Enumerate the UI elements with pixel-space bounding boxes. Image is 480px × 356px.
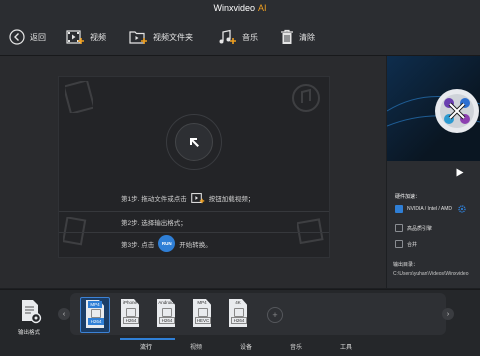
format-top-label: Android	[158, 300, 174, 305]
format-codec-label: HEVC	[195, 317, 211, 324]
add-video-small-icon	[190, 193, 204, 204]
player-bar	[387, 161, 480, 183]
format-top-label: MP4	[197, 300, 207, 305]
import-button[interactable]	[175, 123, 213, 161]
app-title: Winxvideo AI	[0, 3, 480, 13]
divider	[59, 211, 329, 212]
bottom-panel: 输出格式 ‹ › MP4 H264 iPhone H264 Android H2…	[0, 289, 480, 356]
film-decoration-icon	[65, 81, 93, 113]
add-music-label: 音乐	[242, 32, 258, 42]
step-2: 第2步. 选择输出格式；	[121, 217, 187, 227]
high-quality-checkbox[interactable]	[395, 224, 403, 232]
tab-device[interactable]: 设备	[240, 342, 252, 351]
active-tab-indicator	[120, 338, 175, 340]
merge-checkbox[interactable]	[395, 240, 403, 248]
format-top-label: 4K	[235, 300, 241, 305]
toolbar: 返回 视频 视频文件夹 音乐 清除	[0, 18, 480, 56]
tab-music[interactable]: 音乐	[290, 342, 302, 351]
gear-icon[interactable]	[458, 205, 466, 213]
format-top-label: iPhone	[122, 300, 137, 305]
format-emblem-icon	[91, 309, 101, 318]
hw-accel-value: NVIDIA / Intel / AMD	[407, 206, 453, 212]
import-ring[interactable]	[166, 114, 222, 170]
step-1: 第1步. 拖动文件或点击 按钮加载视频；	[121, 192, 254, 204]
add-folder-label: 视频文件夹	[153, 32, 193, 42]
format-item-mp4-h264[interactable]: MP4 H264	[80, 297, 110, 333]
format-emblem-icon	[126, 308, 136, 317]
step-3-text-a: 第3步. 点击	[121, 241, 155, 249]
clear-label: 清除	[299, 32, 315, 42]
add-format-icon[interactable]: +	[267, 307, 283, 323]
hw-accel-option[interactable]: NVIDIA / Intel / AMD	[395, 205, 466, 213]
format-strip: ‹ › MP4 H264 iPhone H264 Android H264 MP…	[58, 293, 454, 335]
add-folder-button[interactable]: 视频文件夹	[129, 26, 193, 48]
back-button[interactable]: 返回	[9, 26, 46, 48]
hw-accel-label: 硬件加速：	[395, 194, 421, 200]
output-dir-label: 输出目录：	[393, 262, 419, 268]
back-icon	[9, 29, 25, 45]
format-codec-label: H264	[123, 317, 139, 324]
right-panel: 硬件加速： NVIDIA / Intel / AMD 高品质引擎 合并 输出目录…	[387, 56, 480, 288]
step-3-text-b: 开始转换。	[179, 241, 212, 249]
trash-icon	[281, 29, 293, 44]
format-item-mp4-hevc[interactable]: MP4 HEVC	[188, 297, 216, 331]
step-3: 第3步. 点击 RUN 开始转换。	[121, 235, 212, 252]
format-top-label: MP4	[88, 301, 102, 308]
chevron-left-icon[interactable]: ‹	[58, 308, 70, 320]
step-2-text: 第2步. 选择输出格式；	[121, 220, 187, 227]
add-video-button[interactable]: 视频	[66, 26, 106, 48]
format-item-android[interactable]: Android H264	[152, 297, 180, 331]
format-emblem-icon	[198, 308, 208, 317]
merge-option[interactable]: 合并	[395, 240, 417, 248]
main-panel: 第1步. 拖动文件或点击 按钮加载视频； 第2步. 选择输出格式； 第3步. 点…	[0, 56, 386, 288]
format-item-4k[interactable]: 4K H264	[224, 297, 252, 331]
high-quality-label: 高品质引擎	[407, 225, 433, 232]
music-icon	[219, 29, 236, 44]
merge-label: 合并	[407, 241, 418, 248]
format-emblem-icon	[162, 308, 172, 317]
clear-button[interactable]: 清除	[280, 26, 315, 48]
format-codec-label: H264	[159, 317, 175, 324]
winx-logo-icon	[387, 89, 480, 133]
output-format-icon	[22, 300, 42, 324]
output-format-label: 输出格式	[17, 330, 40, 336]
tab-tools[interactable]: 工具	[340, 342, 352, 351]
output-dir-path[interactable]: C:\Users\yuhan\Videos\Winxvideo	[393, 271, 469, 277]
add-video-icon	[66, 30, 84, 44]
format-item-iphone[interactable]: iPhone H264	[116, 297, 144, 331]
category-tabs: 流行 视频 设备 音乐 工具	[0, 338, 480, 356]
step-1-text-a: 第1步. 拖动文件或点击	[121, 196, 187, 203]
format-codec-label: H264	[88, 318, 104, 325]
divider	[59, 232, 329, 233]
chevron-right-icon[interactable]: ›	[442, 308, 454, 320]
hw-accel-label-row: 硬件加速：	[395, 193, 420, 200]
output-dir-label-row: 输出目录：	[393, 261, 418, 268]
step-1-text-b: 按钮加载视频；	[208, 196, 255, 203]
tab-popular[interactable]: 流行	[140, 342, 152, 351]
music-decoration-icon	[292, 84, 320, 112]
tab-video[interactable]: 视频	[190, 342, 202, 351]
add-video-label: 视频	[90, 32, 106, 42]
play-icon[interactable]	[456, 168, 464, 177]
app-title-text: Winxvideo	[213, 3, 255, 13]
back-label: 返回	[30, 32, 46, 42]
preview-area	[387, 56, 480, 161]
output-format-button[interactable]: 输出格式	[6, 296, 52, 336]
folder-icon	[129, 31, 147, 44]
drop-zone[interactable]: 第1步. 拖动文件或点击 按钮加载视频； 第2步. 选择输出格式； 第3步. 点…	[58, 76, 330, 258]
hw-accel-checkbox[interactable]	[395, 205, 403, 213]
run-mini-icon: RUN	[158, 235, 176, 252]
format-emblem-icon	[234, 308, 244, 317]
high-quality-option[interactable]: 高品质引擎	[395, 224, 432, 232]
arrow-up-left-icon	[190, 138, 199, 147]
add-music-button[interactable]: 音乐	[218, 26, 258, 48]
output-dir-value: C:\Users\yuhan\Videos\Winxvideo	[393, 271, 469, 277]
title-bar: Winxvideo AI	[0, 0, 480, 18]
format-codec-label: H264	[231, 317, 247, 324]
app-title-ai: AI	[258, 3, 267, 13]
